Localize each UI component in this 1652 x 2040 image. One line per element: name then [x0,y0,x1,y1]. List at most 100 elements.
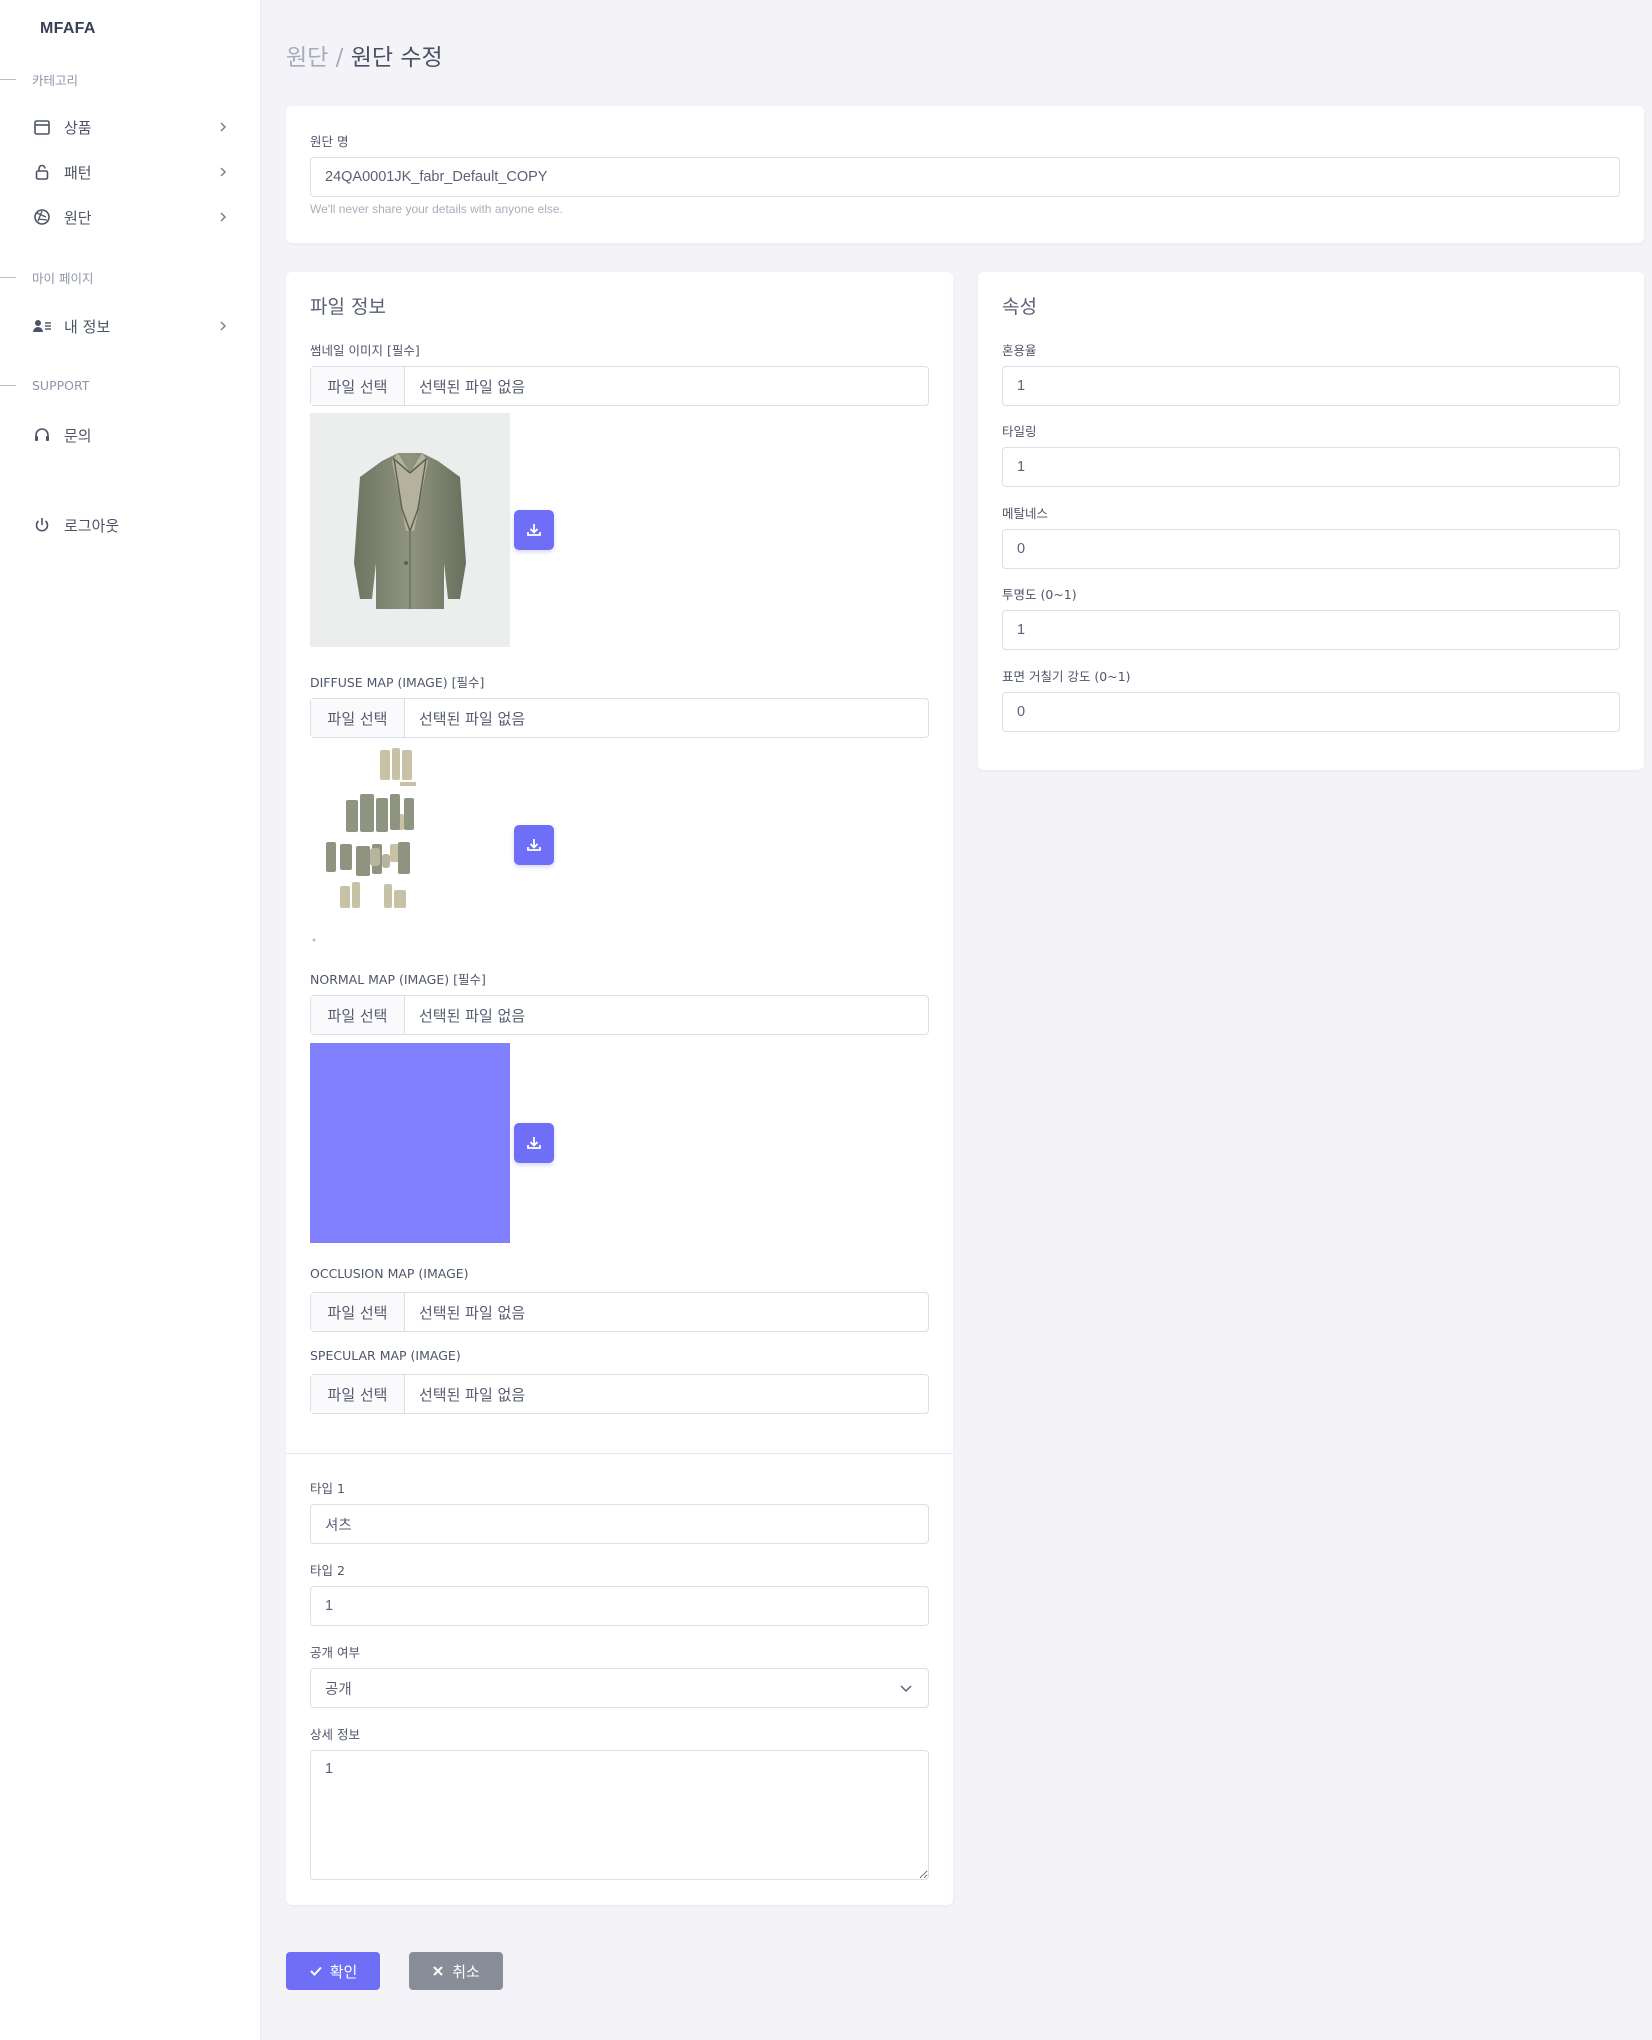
roughness-label: 표면 거칠기 강도 (0~1) [1002,669,1131,684]
occlusion-label: OCCLUSION MAP (IMAGE) [310,1266,469,1281]
specular-label: SPECULAR MAP (IMAGE) [310,1348,461,1363]
section-mypage: 마이 페이지 [0,268,93,287]
public-select[interactable]: 공개 [310,1668,929,1708]
download-icon [527,524,541,536]
public-label: 공개 여부 [310,1645,360,1660]
tiling-value: 1 [1017,459,1026,475]
thumbnail-select-button[interactable]: 파일 선택 [311,367,405,405]
section-divider [286,1453,953,1454]
section-support-label: SUPPORT [32,378,90,393]
close-icon [433,1966,443,1976]
blend-input[interactable]: 1 [1002,366,1620,406]
blend-value: 1 [1017,378,1026,394]
brand-logo: MFAFA [40,20,96,37]
roughness-input[interactable]: 0 [1002,692,1620,732]
breadcrumb: 원단 / 원단 수정 [286,38,443,72]
sidebar-item-label: 문의 [64,426,92,445]
occlusion-select-button[interactable]: 파일 선택 [311,1293,405,1331]
metalness-value: 0 [1017,541,1026,557]
thumbnail-file-name: 선택된 파일 없음 [419,377,526,396]
opacity-input[interactable]: 1 [1002,610,1620,650]
occlusion-file-input[interactable]: 파일 선택 선택된 파일 없음 [310,1292,929,1332]
cancel-button[interactable]: 취소 [409,1952,503,1990]
fabric-name-value: 24QA0001JK_fabr_Default_COPY [325,169,548,185]
diffuse-download-button[interactable] [514,825,554,865]
blend-label: 혼용율 [1002,343,1037,358]
sidebar-item-label: 원단 [64,208,92,227]
fabric-name-label: 원단 명 [310,134,349,149]
sidebar-item-inquiry[interactable]: 문의 [32,421,232,449]
thumbnail-download-button[interactable] [514,510,554,550]
fabric-name-input[interactable]: 24QA0001JK_fabr_Default_COPY [310,157,1620,197]
power-icon [32,515,52,535]
calendar-icon [32,117,52,137]
chevron-right-icon [220,321,227,331]
download-icon [527,1137,541,1149]
type1-label: 타입 1 [310,1481,345,1496]
fabric-name-help: We'll never share your details with anyo… [310,202,563,216]
sidebar-item-my-info[interactable]: 내 정보 [32,312,232,340]
breadcrumb-parent[interactable]: 원단 [286,45,328,71]
download-icon [527,839,541,851]
specular-file-name: 선택된 파일 없음 [419,1385,526,1404]
sidebar-item-fabric[interactable]: 원단 [32,203,232,231]
diffuse-file-input[interactable]: 파일 선택 선택된 파일 없음 [310,698,929,738]
diffuse-label: DIFFUSE MAP (IMAGE) [필수] [310,675,485,690]
properties-title: 속성 [1002,296,1037,318]
sidebar: MFAFA 카테고리 상품 패턴 원단 마이 페이지 내 정보 SUPPORT … [0,0,261,2040]
normal-label: NORMAL MAP (IMAGE) [필수] [310,972,486,987]
jacket-image [354,453,466,609]
chevron-right-icon [220,167,227,177]
opacity-value: 1 [1017,622,1026,638]
diffuse-file-name: 선택된 파일 없음 [419,709,526,728]
chevron-right-icon [220,122,227,132]
detail-label: 상세 정보 [310,1727,360,1742]
normal-select-button[interactable]: 파일 선택 [311,996,405,1034]
detail-textarea[interactable]: 1 [310,1750,929,1880]
properties-card: 속성 혼용율 1 타일링 1 메탈네스 0 투명도 (0~1) 1 표면 거칠기… [978,272,1644,770]
breadcrumb-separator: / [328,45,351,71]
section-category: 카테고리 [0,70,78,89]
confirm-button[interactable]: 확인 [286,1952,380,1990]
user-list-icon [32,316,52,336]
normal-preview [310,1043,510,1243]
type1-value: 셔츠 [325,1517,352,1534]
sidebar-item-logout[interactable]: 로그아웃 [32,511,232,539]
sidebar-item-label: 상품 [64,118,92,137]
diffuse-map-image [312,748,416,942]
chevron-down-icon [900,1685,912,1693]
confirm-label: 확인 [329,1962,358,1981]
roughness-value: 0 [1017,704,1026,720]
diffuse-select-button[interactable]: 파일 선택 [311,699,405,737]
tiling-input[interactable]: 1 [1002,447,1620,487]
metalness-input[interactable]: 0 [1002,529,1620,569]
metalness-label: 메탈네스 [1002,506,1049,521]
type2-input[interactable]: 1 [310,1586,929,1626]
section-category-label: 카테고리 [32,73,79,88]
check-icon [309,1966,322,1976]
public-value: 공개 [325,1681,352,1698]
specular-select-button[interactable]: 파일 선택 [311,1375,405,1413]
normal-download-button[interactable] [514,1123,554,1163]
section-support: SUPPORT [0,378,89,393]
type1-input[interactable]: 셔츠 [310,1504,929,1544]
file-info-title: 파일 정보 [310,296,386,318]
thumbnail-file-input[interactable]: 파일 선택 선택된 파일 없음 [310,366,929,406]
specular-file-input[interactable]: 파일 선택 선택된 파일 없음 [310,1374,929,1414]
headset-icon [32,425,52,445]
sidebar-item-label: 패턴 [64,163,92,182]
sidebar-item-products[interactable]: 상품 [32,113,232,141]
diffuse-preview [310,744,510,944]
file-info-card: 파일 정보 썸네일 이미지 [필수] 파일 선택 선택된 파일 없음 DIFFU [286,272,953,1905]
cancel-label: 취소 [452,1962,480,1981]
normal-file-input[interactable]: 파일 선택 선택된 파일 없음 [310,995,929,1035]
sidebar-item-label: 내 정보 [64,317,111,336]
tiling-label: 타일링 [1002,424,1037,439]
sidebar-item-pattern[interactable]: 패턴 [32,158,232,186]
chevron-right-icon [220,212,227,222]
opacity-label: 투명도 (0~1) [1002,587,1077,602]
thumbnail-label: 썸네일 이미지 [필수] [310,343,420,358]
occlusion-file-name: 선택된 파일 없음 [419,1303,526,1322]
normal-file-name: 선택된 파일 없음 [419,1006,526,1025]
fabric-name-card: 원단 명 24QA0001JK_fabr_Default_COPY We'll … [286,106,1644,243]
